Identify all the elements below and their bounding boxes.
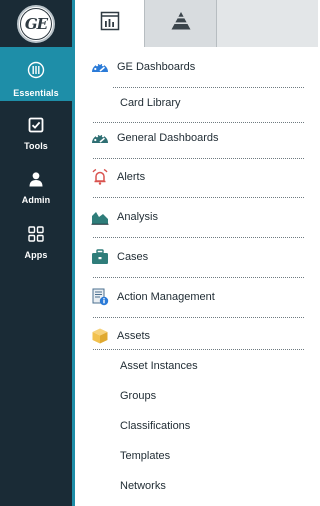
pyramid-icon — [170, 11, 192, 36]
rail-item-apps[interactable]: Apps — [0, 210, 72, 265]
rail-label-tools: Tools — [24, 141, 48, 151]
person-icon — [26, 169, 46, 189]
alarm-bell-icon — [91, 168, 109, 186]
menu-item-classifications[interactable]: Classifications — [75, 411, 318, 441]
menu-label-alerts: Alerts — [117, 171, 146, 183]
menu-label-general-dashboards: General Dashboards — [117, 132, 219, 144]
checkbox-icon — [26, 115, 46, 135]
menu-label-analysis: Analysis — [117, 211, 158, 223]
menu-item-ge-dashboards[interactable]: GE Dashboards — [75, 47, 318, 87]
area-chart-icon — [91, 208, 109, 226]
menu-label-templates: Templates — [120, 450, 171, 462]
menu-label-networks: Networks — [120, 480, 166, 492]
menu-label-groups: Groups — [120, 390, 157, 402]
document-info-icon — [91, 288, 109, 306]
menu-label-assets: Assets — [117, 330, 151, 342]
logo-text: GE — [20, 7, 52, 40]
rail-item-essentials[interactable]: Essentials — [0, 47, 72, 101]
tab-blank[interactable] — [217, 0, 318, 47]
rail-label-admin: Admin — [21, 195, 51, 205]
left-rail: GE Essentials Tools Admin Apps — [0, 0, 72, 506]
navigation-menu: GE Dashboards Card Library General Dashb… — [75, 47, 318, 506]
menu-label-cases: Cases — [117, 251, 149, 263]
menu-item-action-management[interactable]: Action Management — [75, 277, 318, 317]
briefcase-icon — [91, 248, 109, 266]
rail-label-essentials: Essentials — [13, 88, 59, 98]
menu-item-asset-instances[interactable]: Asset Instances — [75, 351, 318, 381]
window-chart-icon — [100, 11, 120, 36]
rail-item-tools[interactable]: Tools — [0, 101, 72, 155]
divider — [93, 349, 304, 350]
tab-dashboard[interactable] — [75, 0, 144, 47]
menu-label-ge-dashboards: GE Dashboards — [117, 61, 196, 73]
grid-icon — [26, 224, 46, 244]
menu-label-classifications: Classifications — [120, 420, 191, 432]
menu-item-alerts[interactable]: Alerts — [75, 157, 318, 197]
menu-label-card-library: Card Library — [120, 97, 181, 109]
menu-item-analysis[interactable]: Analysis — [75, 197, 318, 237]
menu-item-groups[interactable]: Groups — [75, 381, 318, 411]
menu-item-templates[interactable]: Templates — [75, 441, 318, 471]
menu-item-card-library[interactable]: Card Library — [75, 83, 318, 123]
tab-hierarchy[interactable] — [144, 0, 217, 47]
gauge-teal-icon — [91, 129, 109, 147]
menu-label-asset-instances: Asset Instances — [120, 360, 198, 372]
rail-label-apps: Apps — [24, 250, 48, 260]
box-icon — [91, 327, 109, 345]
logo-ring: GE — [17, 4, 55, 43]
menu-label-action-management: Action Management — [117, 291, 215, 303]
gauge-blue-icon — [91, 58, 109, 76]
essentials-icon — [26, 60, 46, 80]
menu-item-general-dashboards[interactable]: General Dashboards — [75, 118, 318, 158]
menu-item-assets[interactable]: Assets — [75, 316, 318, 356]
menu-item-cases[interactable]: Cases — [75, 237, 318, 277]
ge-logo[interactable]: GE — [0, 0, 72, 47]
panel-tabs — [75, 0, 318, 47]
rail-item-admin[interactable]: Admin — [0, 155, 72, 210]
menu-item-networks[interactable]: Networks — [75, 471, 318, 501]
